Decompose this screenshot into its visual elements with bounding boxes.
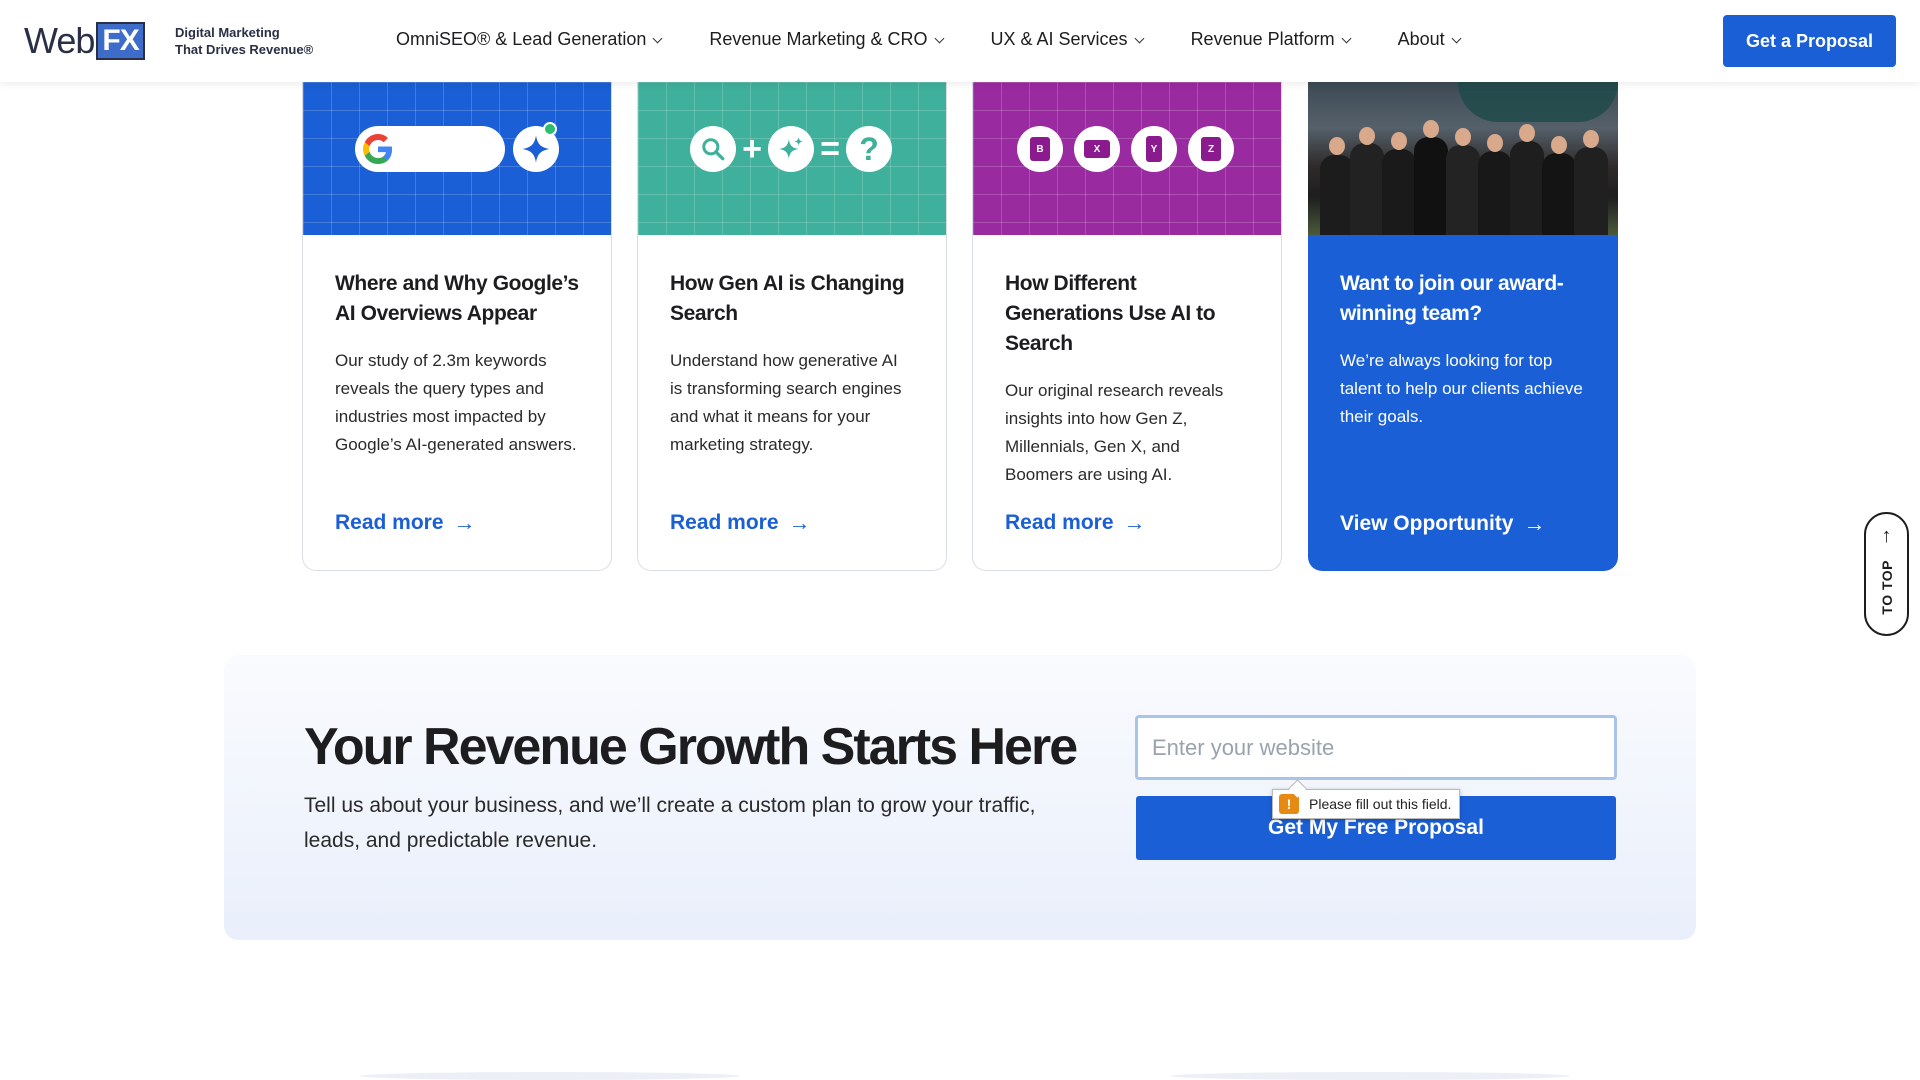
validation-message: Please fill out this field. [1309, 796, 1452, 812]
arrow-right-icon: → [1523, 511, 1546, 536]
plus-icon: + [742, 129, 762, 168]
card-description: Our original research reveals insights i… [1005, 381, 1224, 484]
nav-label: About [1397, 29, 1445, 49]
arrow-up-icon: ↑ [1881, 525, 1892, 547]
read-more-link[interactable]: Read more → [335, 510, 476, 536]
careers-card[interactable]: Want to join our award-winning team? We’… [1308, 82, 1618, 571]
gen-badge-y: Y [1146, 136, 1162, 162]
faint-shadow-right [1170, 1072, 1570, 1080]
arrow-right-icon: → [1123, 510, 1146, 535]
chevron-down-icon [652, 33, 663, 43]
chevron-down-icon [1341, 33, 1352, 43]
laptop-icon: X [1074, 126, 1120, 172]
question-icon: ? [846, 126, 892, 172]
to-top-label: TO TOP [1878, 560, 1895, 615]
resource-card-gen-ai-search[interactable]: + = ? How Gen AI is Changing Search Unde… [637, 82, 947, 571]
chevron-down-icon [1134, 33, 1145, 43]
read-more-label: Read more [670, 511, 779, 534]
resource-card-ai-overviews[interactable]: Where and Why Google’s AI Overviews Appe… [302, 82, 612, 571]
card-description: We’re always looking for top talent to h… [1340, 351, 1583, 426]
tagline: Digital Marketing That Drives Revenue® [175, 24, 313, 58]
webfx-logo[interactable]: Web FX [24, 22, 145, 60]
arrow-right-icon: → [453, 510, 476, 535]
to-top-button[interactable]: ↑ TO TOP [1864, 512, 1909, 636]
chevron-down-icon [934, 33, 944, 43]
book-icon: B [1017, 126, 1063, 172]
equation-graphic: + = ? [690, 126, 892, 172]
view-opportunity-link[interactable]: View Opportunity → [1340, 511, 1545, 537]
view-opportunity-label: View Opportunity [1340, 512, 1514, 535]
tagline-line-1: Digital Marketing [175, 25, 280, 40]
google-icon [363, 134, 393, 164]
main-nav: OmniSEO® & Lead Generation Revenue Marke… [396, 29, 1508, 50]
nav-label: Revenue Platform [1190, 29, 1335, 49]
site-header: Web FX Digital Marketing That Drives Rev… [0, 0, 1920, 82]
nav-label: UX & AI Services [990, 29, 1128, 49]
arrow-right-icon: → [788, 510, 811, 535]
team-photo [1308, 82, 1618, 235]
read-more-label: Read more [335, 511, 444, 534]
card-title: How Gen AI is Changing Search [670, 272, 905, 325]
cta-description: Tell us about your business, and we’ll c… [304, 794, 1036, 852]
validation-tooltip: ! Please fill out this field. [1272, 789, 1461, 819]
faint-shadow-left [360, 1072, 740, 1080]
gen-badge-z: Z [1201, 137, 1221, 161]
tablet-icon: Y [1131, 126, 1177, 172]
card-image [303, 82, 611, 235]
nav-item-ux-ai[interactable]: UX & AI Services [990, 29, 1145, 50]
card-title: How Different Generations Use AI to Sear… [1005, 272, 1216, 355]
warning-icon: ! [1279, 794, 1299, 814]
phone-icon: Z [1188, 126, 1234, 172]
card-description: Understand how generative AI is transfor… [670, 351, 902, 454]
get-proposal-button[interactable]: Get a Proposal [1723, 15, 1896, 67]
nav-label: Revenue Marketing & CRO [709, 29, 928, 49]
tagline-line-2: That Drives Revenue® [175, 42, 314, 57]
proposal-cta-section: Your Revenue Growth Starts Here Tell us … [224, 655, 1696, 940]
check-badge-icon [543, 122, 557, 136]
search-bar-graphic [355, 126, 505, 172]
equals-icon: = [820, 129, 840, 168]
card-image: + = ? [638, 82, 946, 235]
nav-label: OmniSEO® & Lead Generation [396, 29, 647, 49]
generation-badges: B X Y Z [1017, 126, 1245, 172]
nav-item-revenue-platform[interactable]: Revenue Platform [1190, 29, 1352, 50]
resource-card-generations-ai[interactable]: B X Y Z How Different Generations Use AI… [972, 82, 1282, 571]
search-icon [690, 126, 736, 172]
nav-item-revenue-marketing[interactable]: Revenue Marketing & CRO [709, 29, 944, 50]
gen-badge-x: X [1084, 140, 1110, 158]
logo-web-text: Web [24, 19, 95, 61]
gen-badge-b: B [1030, 137, 1050, 161]
card-description: Our study of 2.3m keywords reveals the q… [335, 351, 577, 454]
read-more-label: Read more [1005, 511, 1114, 534]
read-more-link[interactable]: Read more → [1005, 510, 1146, 536]
card-title: Want to join our award-winning team? [1340, 272, 1564, 325]
card-title: Where and Why Google’s AI Overviews Appe… [335, 272, 579, 325]
cta-title: Your Revenue Growth Starts Here [304, 718, 1078, 776]
sparkle-icon [768, 126, 814, 172]
website-input[interactable] [1135, 715, 1617, 780]
read-more-link[interactable]: Read more → [670, 510, 811, 536]
card-image: B X Y Z [973, 82, 1281, 235]
chevron-down-icon [1451, 33, 1462, 43]
nav-item-about[interactable]: About [1397, 29, 1462, 50]
nav-item-omniseo[interactable]: OmniSEO® & Lead Generation [396, 29, 663, 50]
logo-fx-text: FX [96, 22, 145, 60]
